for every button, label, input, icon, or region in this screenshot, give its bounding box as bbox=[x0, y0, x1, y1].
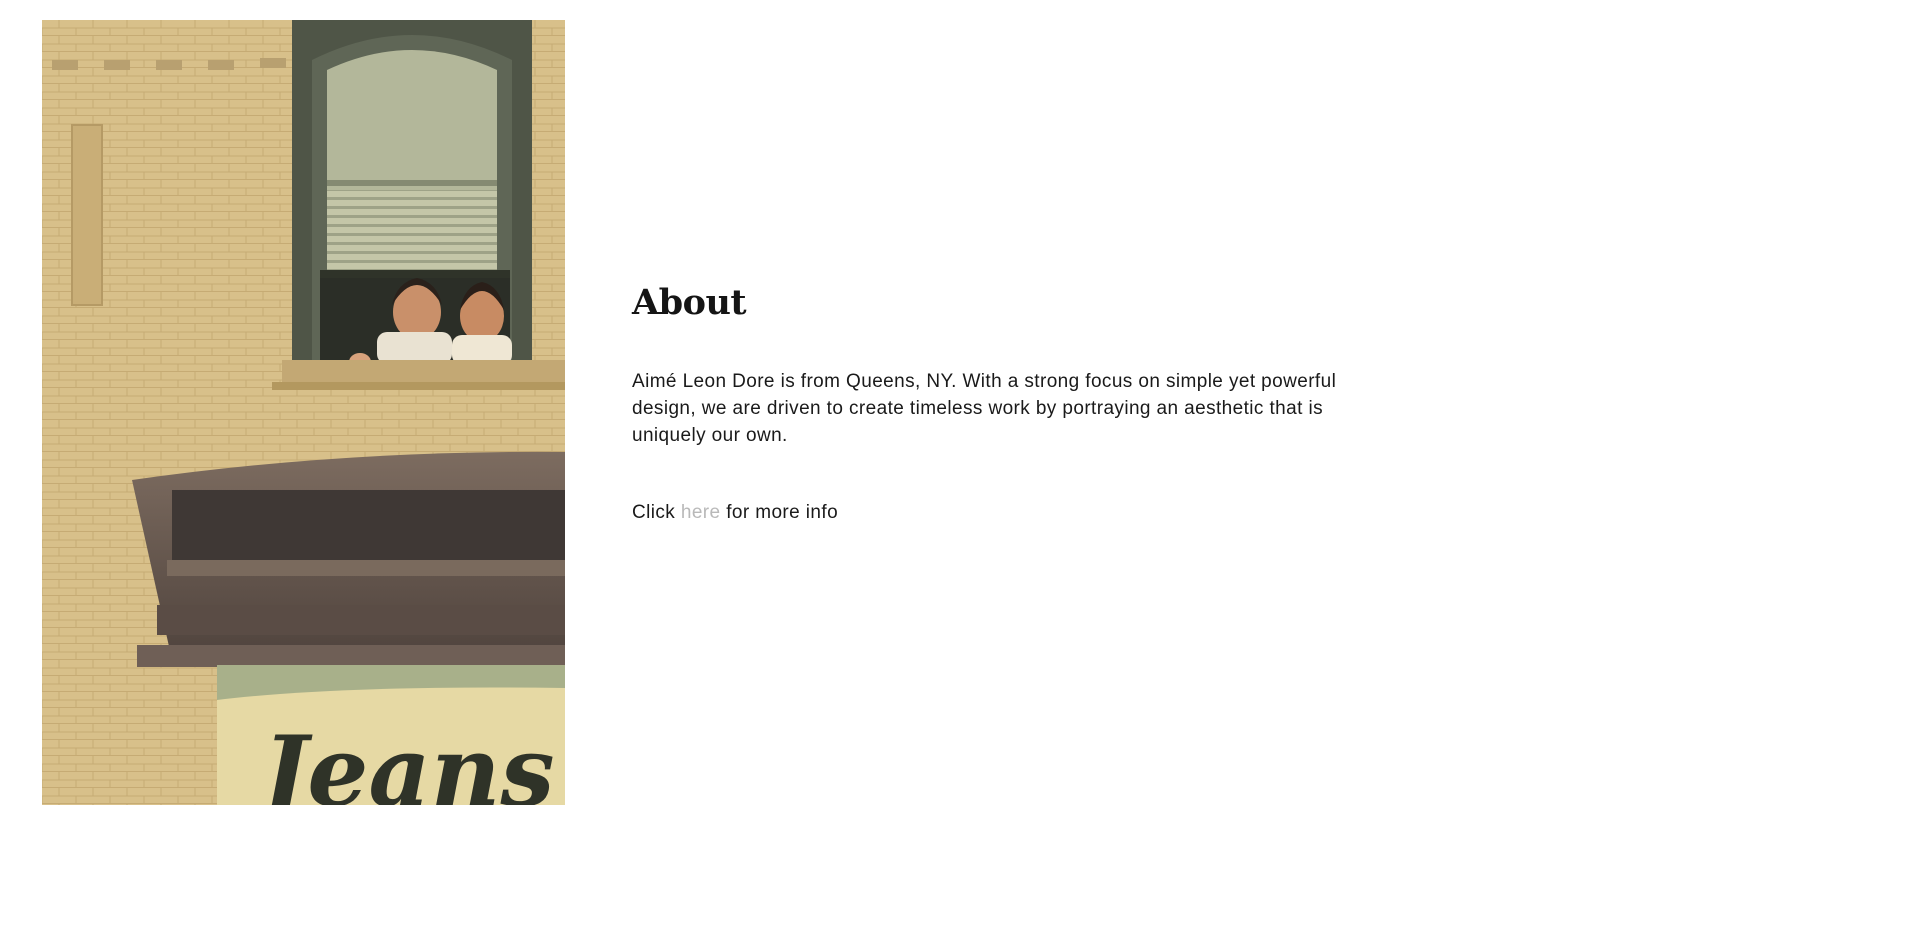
more-info-prefix: Click bbox=[632, 502, 676, 523]
more-info-suffix: for more info bbox=[726, 502, 839, 523]
storefront-photo-illustration: Jeans bbox=[42, 20, 565, 805]
about-page: Jeans About Aimé Leon Dore is from Queen… bbox=[0, 0, 1920, 942]
page-title: About bbox=[632, 282, 747, 323]
storefront-sign-text: Jeans bbox=[246, 715, 555, 805]
more-info-link[interactable]: here bbox=[681, 502, 721, 523]
more-info-line: Click here for more info bbox=[632, 499, 1352, 526]
about-section: About Aimé Leon Dore is from Queens, NY.… bbox=[632, 282, 1352, 526]
about-description: Aimé Leon Dore is from Queens, NY. With … bbox=[632, 371, 1337, 446]
storefront-photo: Jeans bbox=[42, 20, 565, 805]
